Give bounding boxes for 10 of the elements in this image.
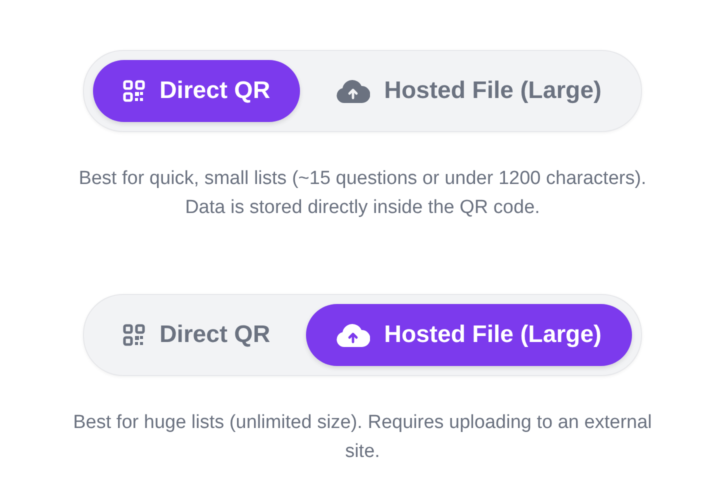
mode-tab[interactable]: Direct QR (93, 304, 300, 366)
cloud-upload-icon (336, 322, 370, 348)
mode-description: Best for huge lists (unlimited size). Requires uploading to an external site. (72, 411, 653, 464)
mode-description: Best for quick, small lists (~15 questions or under 1200 characters). Data is stored directly inside the QR code. (78, 167, 648, 220)
qr-code-icon (123, 324, 146, 346)
mode-tab[interactable]: Hosted File (Large) (306, 60, 632, 122)
qr-code-icon (123, 80, 146, 102)
cloud-upload-icon (336, 78, 370, 104)
mode-tab[interactable]: Direct QR (93, 60, 300, 122)
mode-tab[interactable]: Hosted File (Large) (306, 304, 632, 366)
